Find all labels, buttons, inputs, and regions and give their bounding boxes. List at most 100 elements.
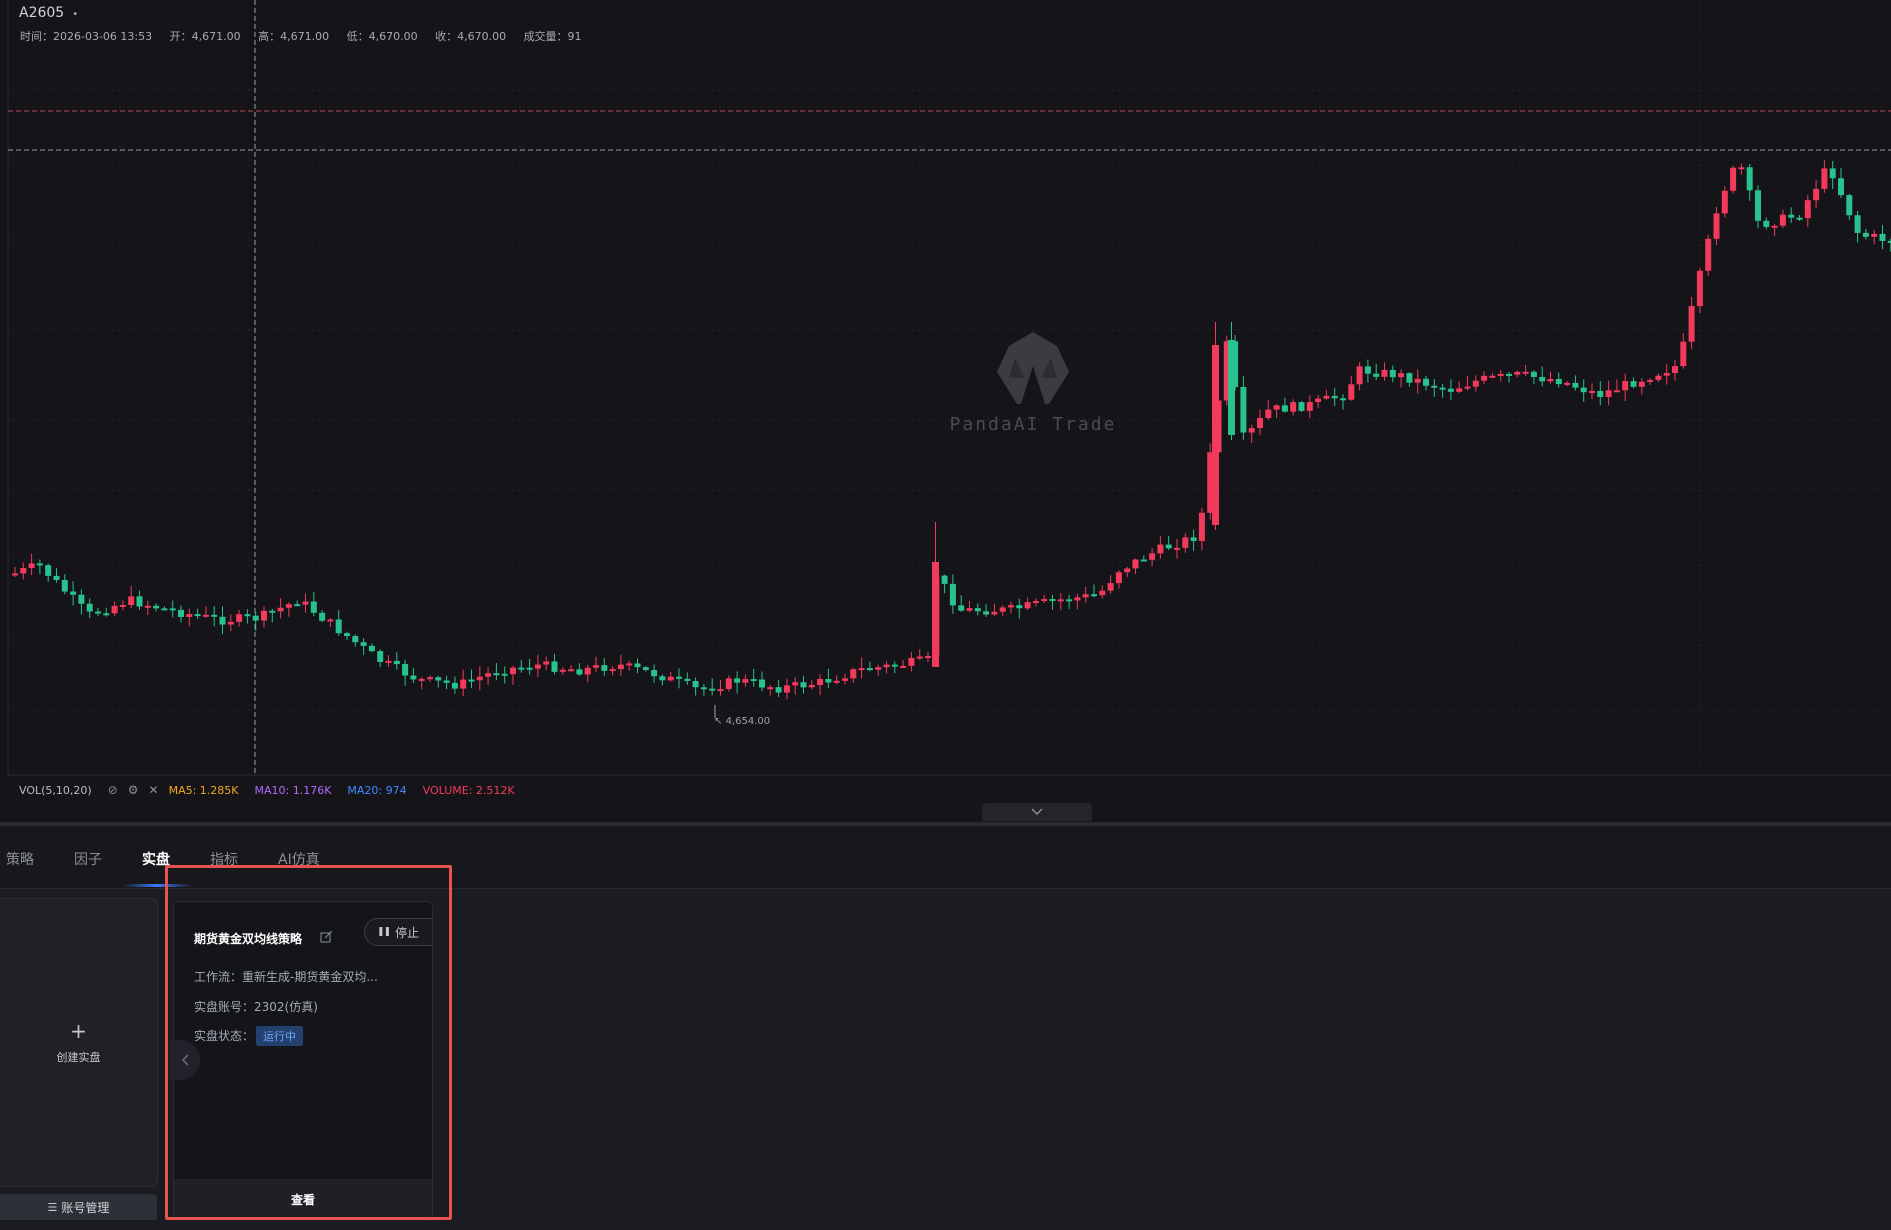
candle-body xyxy=(800,682,807,688)
candle-body xyxy=(1190,537,1197,542)
candlestick-chart[interactable] xyxy=(0,0,1891,822)
candle-body xyxy=(1489,375,1496,378)
candle-body xyxy=(236,614,243,622)
candle-body xyxy=(1464,386,1471,389)
candle-body xyxy=(186,614,193,617)
pause-icon: ❚❚ xyxy=(377,927,391,937)
candle-body xyxy=(1862,232,1869,237)
view-button[interactable]: 查看 xyxy=(174,1179,432,1219)
candle-body xyxy=(659,676,666,681)
candle-body xyxy=(1124,568,1131,573)
candle-body xyxy=(136,596,143,607)
candle-body xyxy=(999,607,1006,612)
candle-body xyxy=(759,679,765,688)
close-icon[interactable]: ✕ xyxy=(149,783,159,797)
candle-body xyxy=(61,580,68,592)
candle-body xyxy=(393,660,400,665)
workflow-value: 重新生成-期货黄金双均... xyxy=(242,970,378,984)
create-live-card[interactable]: + 创建实盘 xyxy=(0,898,158,1187)
symbol-title: A2605 • xyxy=(19,5,79,21)
candle-body xyxy=(1879,233,1886,241)
eye-off-icon[interactable]: ⊘ xyxy=(108,783,118,797)
candle-body xyxy=(1746,167,1753,191)
candle-body xyxy=(1049,599,1056,602)
gear-icon[interactable]: ⚙ xyxy=(128,783,139,797)
kline-chart-area[interactable]: PandaAI Trade A2605 • 时间：2026-03-06 13:53… xyxy=(0,0,1891,822)
candle-body xyxy=(1738,167,1745,170)
candle-body xyxy=(1705,238,1712,271)
vol-ma20: MA20: 974 xyxy=(347,783,407,797)
vol-current: VOLUME: 2.512K xyxy=(422,783,515,797)
candle-body xyxy=(593,665,599,668)
tab-indicator[interactable]: 指标 xyxy=(210,849,238,869)
low-price-marker: ↖ 4,654.00 xyxy=(714,716,771,727)
candle-body xyxy=(866,668,873,671)
candle-body xyxy=(1638,381,1645,387)
stop-button[interactable]: ❚❚ 停止 xyxy=(364,918,432,946)
candle-body xyxy=(734,678,741,683)
list-icon: ☰ xyxy=(47,1200,58,1214)
candle-body xyxy=(1721,190,1728,214)
status-badge: 运行中 xyxy=(256,1026,304,1046)
candle-body xyxy=(1331,395,1338,399)
candle-body xyxy=(1829,168,1836,179)
candle-body xyxy=(1572,382,1579,388)
candle-body xyxy=(742,679,749,683)
candle-body xyxy=(319,612,326,621)
candle-body xyxy=(1804,200,1811,219)
candle-body xyxy=(1647,379,1654,382)
candle-body xyxy=(991,611,998,615)
candle-body xyxy=(858,668,865,671)
candle-body xyxy=(692,680,699,688)
candle-body xyxy=(1182,537,1189,548)
candle-body xyxy=(1439,387,1446,390)
candle-body xyxy=(725,678,732,690)
candle-body xyxy=(1082,594,1089,598)
vol-ma10: MA10: 1.176K xyxy=(254,783,332,797)
candle-body xyxy=(916,656,923,659)
collapse-panel-handle[interactable] xyxy=(982,803,1092,821)
tab-ai-simulation[interactable]: AI仿真 xyxy=(278,849,320,869)
candle-body xyxy=(576,669,583,675)
candle-body xyxy=(327,619,334,622)
candle-body xyxy=(1115,572,1122,584)
candle-body xyxy=(501,673,508,676)
candle-body xyxy=(70,591,77,595)
tab-live-trading[interactable]: 实盘 xyxy=(142,849,170,869)
ohlc-open: 开：4,671.00 xyxy=(169,30,241,43)
candle-body xyxy=(1796,217,1803,220)
candle-body xyxy=(1846,195,1853,216)
candle-body xyxy=(709,688,716,691)
candle-body xyxy=(53,575,60,581)
candle-body xyxy=(1091,594,1097,597)
candle-body xyxy=(617,664,624,670)
candle-body xyxy=(1821,168,1828,189)
candle-body xyxy=(1248,428,1255,433)
tab-factor[interactable]: 因子 xyxy=(74,849,102,869)
candle-body xyxy=(842,678,848,681)
candle-body xyxy=(1074,597,1081,601)
candle-body xyxy=(1539,376,1546,382)
candle-body xyxy=(1788,214,1795,218)
candle-body xyxy=(1373,373,1380,377)
plus-icon: + xyxy=(70,1018,87,1043)
candle-body xyxy=(949,583,956,606)
candle-body xyxy=(833,680,840,683)
tab-strategy[interactable]: 策略 xyxy=(6,849,34,869)
candle-body xyxy=(86,603,93,612)
candle-body xyxy=(1066,599,1073,602)
candle-body xyxy=(1041,599,1048,602)
candle-body xyxy=(584,667,591,675)
candle-body xyxy=(1547,378,1554,382)
candle-body xyxy=(559,669,566,672)
candle-body xyxy=(153,605,160,609)
candle-body xyxy=(1755,190,1761,221)
candle-body xyxy=(261,610,267,621)
candle-body xyxy=(12,573,18,576)
account-management-button[interactable]: ☰ 账号管理 xyxy=(0,1194,157,1220)
candle-body xyxy=(435,677,442,681)
vol-label: VOL(5,10,20) xyxy=(19,783,92,797)
candle-body xyxy=(385,660,392,663)
edit-icon[interactable] xyxy=(320,930,333,943)
candle-body xyxy=(900,665,907,668)
